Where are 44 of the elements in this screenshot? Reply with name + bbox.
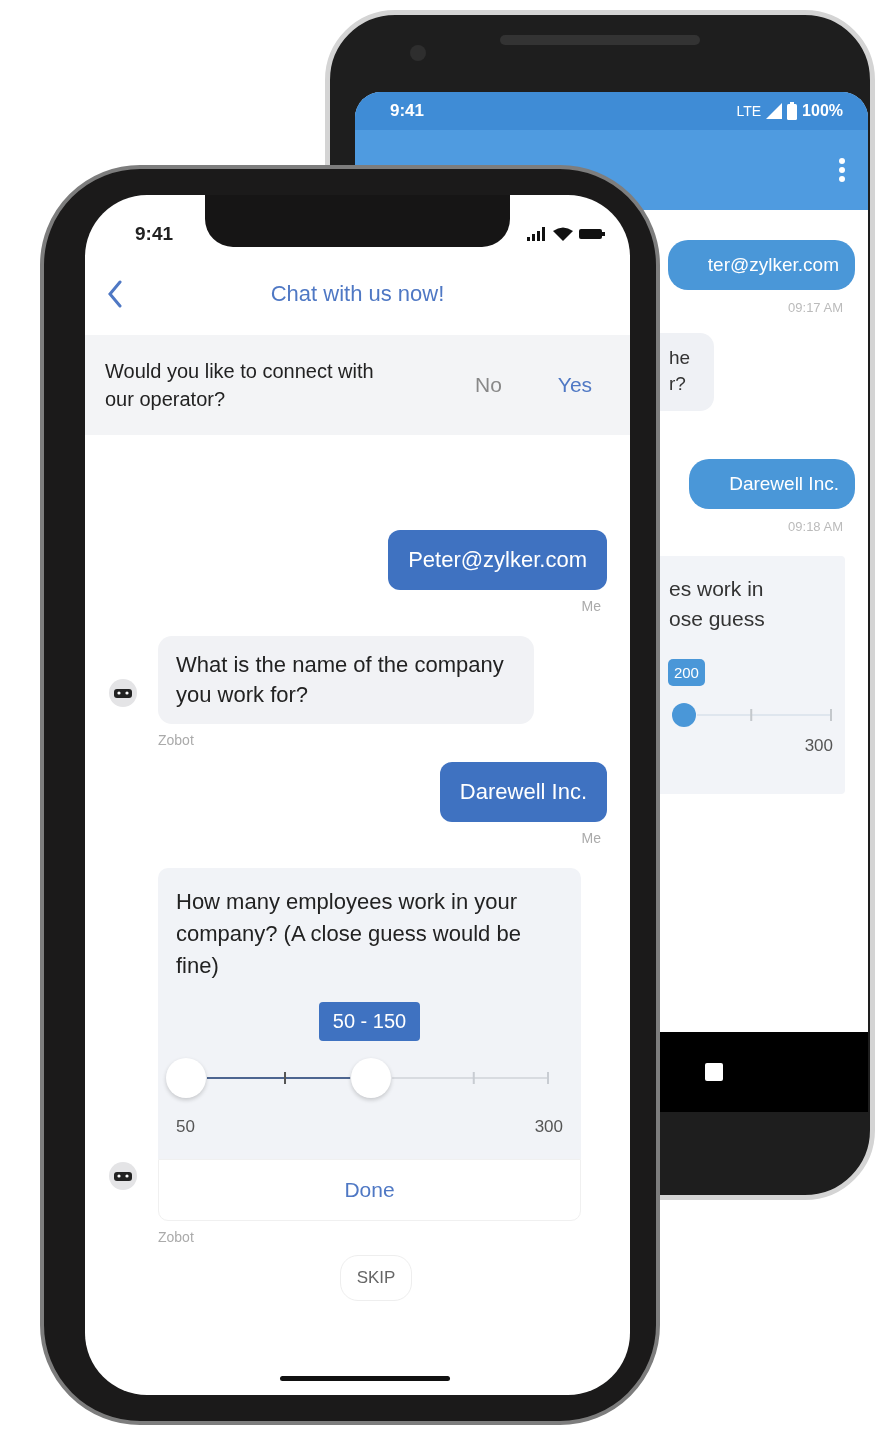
max-label: 300 bbox=[804, 736, 833, 756]
network-label: LTE bbox=[736, 103, 762, 119]
value-tooltip: 200 bbox=[667, 659, 705, 686]
more-icon bbox=[838, 157, 846, 183]
message-bubble: Darewell Inc. bbox=[689, 459, 855, 509]
sender-label: Zobot bbox=[158, 1229, 194, 1245]
battery-icon bbox=[787, 102, 798, 120]
prompt-text: Would you like to connect with our operator? bbox=[105, 359, 375, 412]
message-bubble: What is the name of the company you work for? bbox=[158, 636, 534, 724]
question-text: ose guess bbox=[669, 606, 766, 632]
wifi-icon bbox=[553, 227, 573, 241]
no-button[interactable]: No bbox=[467, 369, 510, 401]
question-text: How many employees work in your company? (A close guess would be fine) bbox=[176, 888, 522, 980]
sender-label: Zobot bbox=[158, 732, 194, 748]
signal-icon bbox=[527, 227, 547, 241]
message-time: 09:18 AM bbox=[788, 519, 843, 534]
slider-thumb[interactable] bbox=[351, 1058, 392, 1098]
chat-title: Chat with us now! bbox=[270, 281, 445, 307]
battery-level: 100% bbox=[802, 102, 843, 120]
status-time: 9:41 bbox=[135, 223, 174, 245]
slider-thumb[interactable] bbox=[671, 703, 696, 727]
message-text: he bbox=[669, 347, 692, 369]
message-bubble: Peter@zylker.com bbox=[388, 530, 607, 590]
skip-button[interactable]: SKIP bbox=[339, 1255, 413, 1301]
back-icon bbox=[107, 280, 123, 308]
sender-label: Me bbox=[581, 830, 601, 846]
range-value-label: 50 - 150 bbox=[318, 1002, 421, 1041]
status-time: 9:41 bbox=[390, 101, 425, 121]
message-bubble: Darewell Inc. bbox=[439, 762, 607, 822]
max-label: 300 bbox=[534, 1117, 563, 1137]
message-text: r? bbox=[669, 373, 687, 395]
message-time: 09:17 AM bbox=[788, 300, 843, 315]
recents-icon[interactable] bbox=[705, 1063, 723, 1081]
min-label: 50 bbox=[176, 1117, 195, 1137]
sender-label: Me bbox=[581, 598, 601, 614]
battery-icon bbox=[579, 228, 605, 240]
slider-thumb[interactable] bbox=[166, 1058, 206, 1098]
signal-icon bbox=[766, 103, 783, 119]
done-button[interactable]: Done bbox=[158, 1159, 581, 1221]
robot-face-icon bbox=[108, 678, 138, 708]
question-text: es work in bbox=[669, 576, 765, 602]
message-bubble: ter@zylker.com bbox=[667, 240, 855, 290]
robot-face-icon bbox=[108, 1161, 138, 1191]
yes-button[interactable]: Yes bbox=[549, 369, 601, 401]
